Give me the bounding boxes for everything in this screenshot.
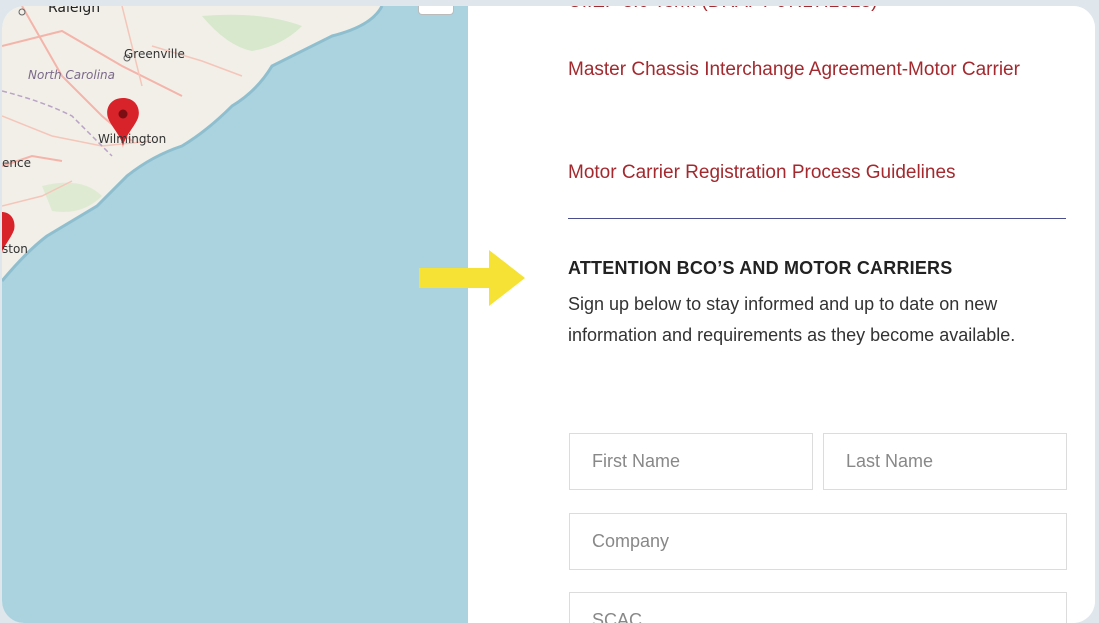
map-label-north-carolina: North Carolina [28, 68, 116, 82]
signup-heading: ATTENTION BCO’S AND MOTOR CARRIERS [568, 258, 953, 278]
map-label-raleigh: Raleigh [48, 6, 101, 16]
signup-description: Sign up below to stay informed and up to… [568, 294, 1016, 345]
link-uiiep-term[interactable]: UIIEP 3.0 Term (DRAFT 07.17.2023) [568, 6, 877, 18]
map-label-charleston: ston [2, 242, 28, 256]
map-canvas [2, 6, 384, 282]
map-view[interactable]: Raleigh Greenville North Carolina Wilmin… [2, 6, 468, 623]
last-name-input[interactable] [823, 433, 1067, 490]
resources-panel: UIIEP 3.0 Term (DRAFT 07.17.2023) Master… [468, 6, 1095, 623]
map-label-wilmington: Wilmington [98, 132, 167, 146]
screenshot-frame: Raleigh Greenville North Carolina Wilmin… [2, 6, 1095, 623]
map-label-florence: ence [2, 156, 31, 170]
link-master-chassis-agreement[interactable]: Master Chassis Interchange Agreement-Mot… [568, 54, 1058, 86]
land-area [2, 6, 382, 281]
highlight-arrow-icon [419, 250, 525, 306]
company-input[interactable] [569, 513, 1067, 570]
scac-input[interactable] [569, 592, 1067, 623]
section-divider [568, 218, 1066, 219]
link-registration-guidelines[interactable]: Motor Carrier Registration Process Guide… [568, 157, 956, 189]
first-name-input[interactable] [569, 433, 813, 490]
map-label-greenville: Greenville [124, 47, 185, 61]
map-zoom-control[interactable] [418, 6, 454, 15]
